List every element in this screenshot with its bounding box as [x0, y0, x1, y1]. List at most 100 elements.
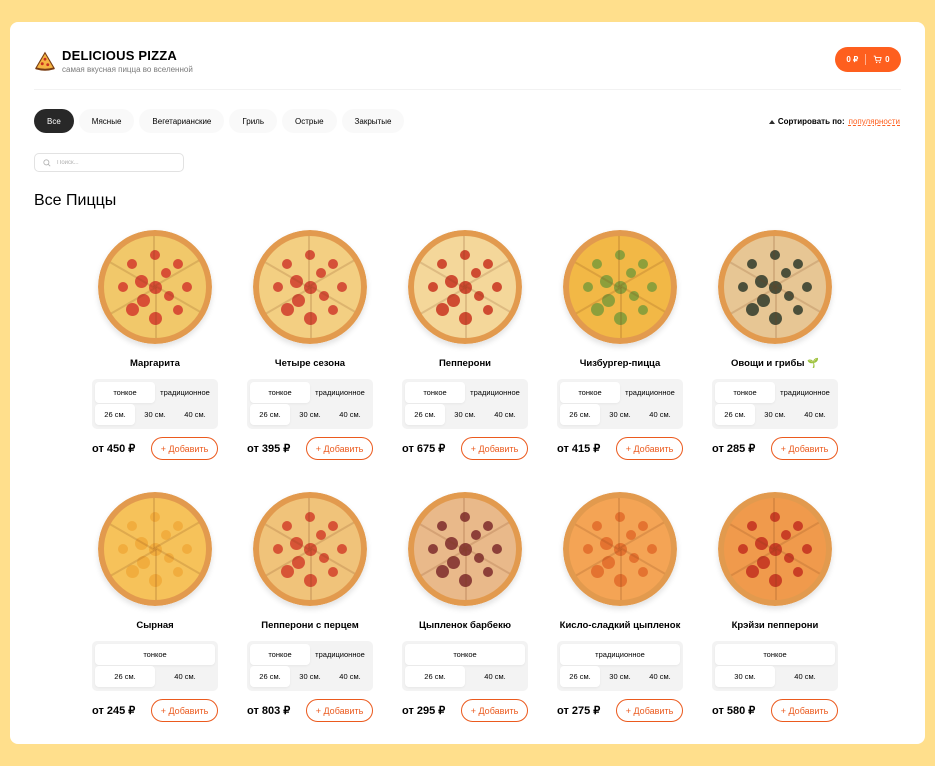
dough-type-option[interactable]: традиционное [775, 382, 835, 403]
dough-type-option[interactable]: традиционное [310, 644, 370, 665]
dough-type-option[interactable]: тонкое [250, 382, 310, 403]
pizza-slice-line [155, 549, 157, 600]
cart-divider [865, 54, 867, 65]
pizza-options: тонкое традиционное 26 см. 30 см. 40 см. [402, 379, 528, 429]
pizza-image[interactable] [98, 230, 212, 344]
dough-type-row: традиционное [560, 644, 680, 665]
add-to-cart-button[interactable]: + Добавить [771, 699, 838, 722]
dough-type-option[interactable]: тонкое [715, 644, 835, 665]
pizza-slice-line [620, 549, 622, 600]
size-option[interactable]: 40 см. [175, 404, 215, 425]
pizza-image[interactable] [253, 230, 367, 344]
add-to-cart-button[interactable]: + Добавить [616, 437, 683, 460]
category-meat[interactable]: Мясные [78, 109, 135, 133]
size-option[interactable]: 40 см. [465, 666, 525, 687]
add-to-cart-button[interactable]: + Добавить [771, 437, 838, 460]
size-option[interactable]: 26 см. [405, 404, 445, 425]
dough-type-row: тонкое [95, 644, 215, 665]
pizza-image[interactable] [563, 230, 677, 344]
pizza-options: тонкое традиционное 26 см. 30 см. 40 см. [712, 379, 838, 429]
dough-type-option[interactable]: традиционное [310, 382, 370, 403]
size-option[interactable]: 40 см. [640, 404, 680, 425]
category-grill[interactable]: Гриль [229, 109, 277, 133]
category-vegetarian[interactable]: Вегетарианские [139, 109, 225, 133]
dough-type-option[interactable]: традиционное [560, 644, 680, 665]
category-spicy[interactable]: Острые [282, 109, 337, 133]
size-option[interactable]: 40 см. [485, 404, 525, 425]
dough-type-option[interactable]: тонкое [405, 382, 465, 403]
dough-type-option[interactable]: тонкое [405, 644, 525, 665]
pizza-topping [637, 566, 648, 577]
pizza-topping [336, 282, 347, 292]
add-to-cart-button[interactable]: + Добавить [151, 699, 218, 722]
pizza-topping [792, 304, 803, 315]
pizza-topping [172, 566, 183, 577]
size-option[interactable]: 40 см. [330, 404, 370, 425]
pizza-topping [491, 544, 502, 554]
pizza-slice-line [153, 498, 155, 549]
size-option[interactable]: 26 см. [250, 404, 290, 425]
size-option[interactable]: 40 см. [775, 666, 835, 687]
dough-type-option[interactable]: тонкое [95, 382, 155, 403]
size-option[interactable]: 30 см. [135, 404, 175, 425]
pizza-options: тонкое 30 см. 40 см. [712, 641, 838, 691]
dough-type-option[interactable]: традиционное [155, 382, 215, 403]
size-option[interactable]: 26 см. [715, 404, 755, 425]
pizza-image[interactable] [408, 492, 522, 606]
pizza-name: Маргарита [130, 357, 180, 369]
pizza-image[interactable] [718, 492, 832, 606]
pizza-image[interactable] [253, 492, 367, 606]
size-option[interactable]: 26 см. [560, 666, 600, 687]
size-option[interactable]: 30 см. [715, 666, 775, 687]
size-option[interactable]: 40 см. [330, 666, 370, 687]
dough-type-option[interactable]: тонкое [250, 644, 310, 665]
pizza-slice-line [773, 236, 775, 287]
card-footer: от 395 ₽ + Добавить [247, 437, 373, 460]
cart-count: 0 [885, 55, 890, 64]
add-to-cart-button[interactable]: + Добавить [461, 437, 528, 460]
sort-value-dropdown[interactable]: популярности [849, 117, 900, 126]
pizza-options: тонкое 26 см. 40 см. [92, 641, 218, 691]
pizza-image[interactable] [408, 230, 522, 344]
size-option[interactable]: 40 см. [795, 404, 835, 425]
size-option[interactable]: 30 см. [600, 666, 640, 687]
pizza-topping [172, 304, 183, 315]
add-to-cart-button[interactable]: + Добавить [306, 437, 373, 460]
size-option[interactable]: 40 см. [155, 666, 215, 687]
category-all[interactable]: Все [34, 109, 74, 133]
size-option[interactable]: 26 см. [250, 666, 290, 687]
pizza-slice-line [310, 287, 312, 338]
size-option[interactable]: 26 см. [95, 404, 135, 425]
pizza-image[interactable] [563, 492, 677, 606]
size-option[interactable]: 40 см. [640, 666, 680, 687]
dough-type-option[interactable]: традиционное [620, 382, 680, 403]
add-to-cart-button[interactable]: + Добавить [616, 699, 683, 722]
search-input[interactable] [57, 159, 167, 166]
pizza-topping [792, 566, 803, 577]
pizza-image[interactable] [718, 230, 832, 344]
dough-type-option[interactable]: тонкое [95, 644, 215, 665]
size-option[interactable]: 30 см. [600, 404, 640, 425]
size-option[interactable]: 26 см. [405, 666, 465, 687]
logo[interactable]: DELICIOUS PIZZA самая вкусная пицца во в… [34, 48, 193, 74]
size-option[interactable]: 30 см. [445, 404, 485, 425]
size-option[interactable]: 26 см. [95, 666, 155, 687]
add-to-cart-button[interactable]: + Добавить [151, 437, 218, 460]
pizza-name: Цыпленок барбекю [419, 619, 511, 631]
size-option[interactable]: 26 см. [560, 404, 600, 425]
pizza-options: тонкое традиционное 26 см. 30 см. 40 см. [247, 641, 373, 691]
add-to-cart-button[interactable]: + Добавить [461, 699, 528, 722]
pizza-topping [327, 566, 338, 577]
dough-type-option[interactable]: традиционное [465, 382, 525, 403]
category-closed[interactable]: Закрытые [341, 109, 405, 133]
brand-title: DELICIOUS PIZZA [62, 48, 177, 63]
size-option[interactable]: 30 см. [290, 404, 330, 425]
pizza-image[interactable] [98, 492, 212, 606]
size-option[interactable]: 30 см. [755, 404, 795, 425]
cart-button[interactable]: 0 ₽ 0 [835, 47, 901, 72]
size-option[interactable]: 30 см. [290, 666, 330, 687]
dough-type-option[interactable]: тонкое [560, 382, 620, 403]
add-to-cart-button[interactable]: + Добавить [306, 699, 373, 722]
dough-type-option[interactable]: тонкое [715, 382, 775, 403]
pizza-price: от 285 ₽ [712, 443, 756, 455]
